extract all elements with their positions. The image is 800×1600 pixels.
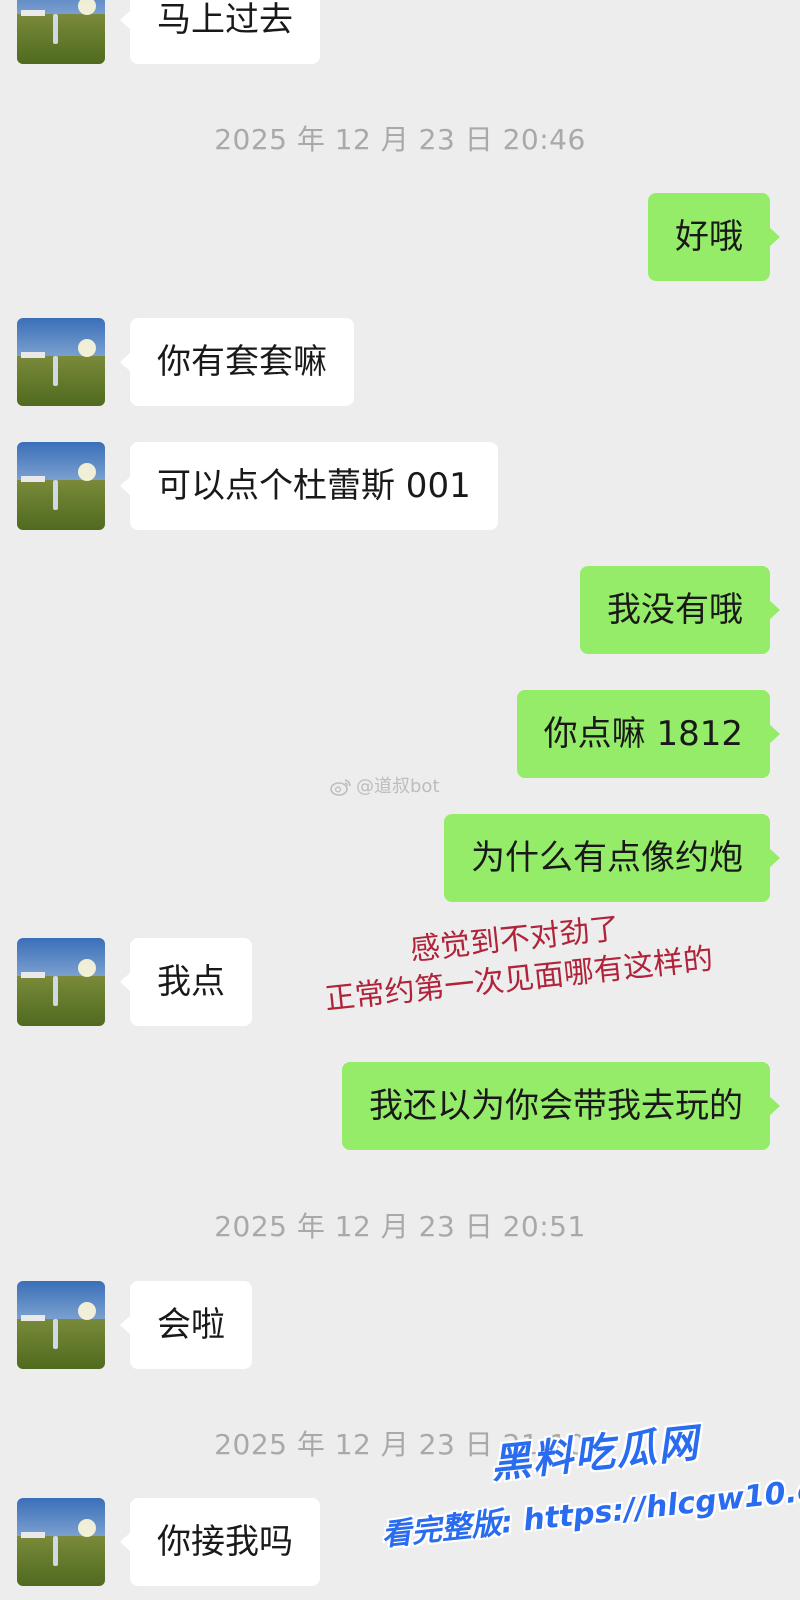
weibo-watermark-text: @道叔bot [356, 776, 440, 797]
avatar[interactable] [17, 442, 105, 530]
avatar[interactable] [17, 938, 105, 1026]
avatar[interactable] [17, 1281, 105, 1369]
avatar-photo-field-icon [17, 442, 105, 530]
timestamp: 2025 年 12 月 23 日 20:51 [214, 1210, 586, 1243]
site-watermark: 黑料吃瓜网 看完整版: https://hlcgw10.com [380, 1415, 800, 1565]
message-bubble-incoming[interactable]: 可以点个杜蕾斯 001 [120, 442, 498, 530]
weibo-watermark: @道叔bot [330, 772, 440, 802]
site-brand: 黑料吃瓜网 [488, 1420, 703, 1488]
annotation-note: 感觉到不对劲了 正常约第一次见面哪有这样的 [279, 896, 755, 1025]
avatar-photo-field-icon [17, 318, 105, 406]
avatar-photo-field-icon [17, 1498, 105, 1586]
avatar-photo-field-icon [17, 0, 105, 64]
avatar[interactable] [17, 1498, 105, 1586]
avatar[interactable] [17, 0, 105, 64]
message-bubble-outgoing[interactable]: 我没有哦 [580, 566, 780, 654]
message-bubble-incoming[interactable]: 会啦 [120, 1281, 252, 1369]
chat-window: 马上过去 2025 年 12 月 23 日 20:46 好哦 你有套套嘛 可以点… [0, 0, 800, 1600]
avatar-photo-field-icon [17, 938, 105, 1026]
weibo-logo-icon [330, 779, 351, 796]
message-bubble-incoming[interactable]: 我点 [120, 938, 252, 1026]
message-bubble-outgoing[interactable]: 我还以为你会带我去玩的 [342, 1062, 780, 1150]
message-bubble-incoming[interactable]: 你接我吗 [120, 1498, 320, 1586]
message-bubble-outgoing[interactable]: 你点嘛 1812 [516, 690, 781, 778]
message-bubble-incoming[interactable]: 你有套套嘛 [120, 318, 354, 406]
avatar[interactable] [17, 318, 105, 406]
avatar-photo-field-icon [17, 1281, 105, 1369]
message-bubble-incoming[interactable]: 马上过去 [120, 0, 320, 64]
message-bubble-outgoing[interactable]: 好哦 [648, 193, 780, 281]
message-bubble-outgoing[interactable]: 为什么有点像约炮 [444, 814, 780, 902]
timestamp: 2025 年 12 月 23 日 20:46 [214, 123, 586, 156]
